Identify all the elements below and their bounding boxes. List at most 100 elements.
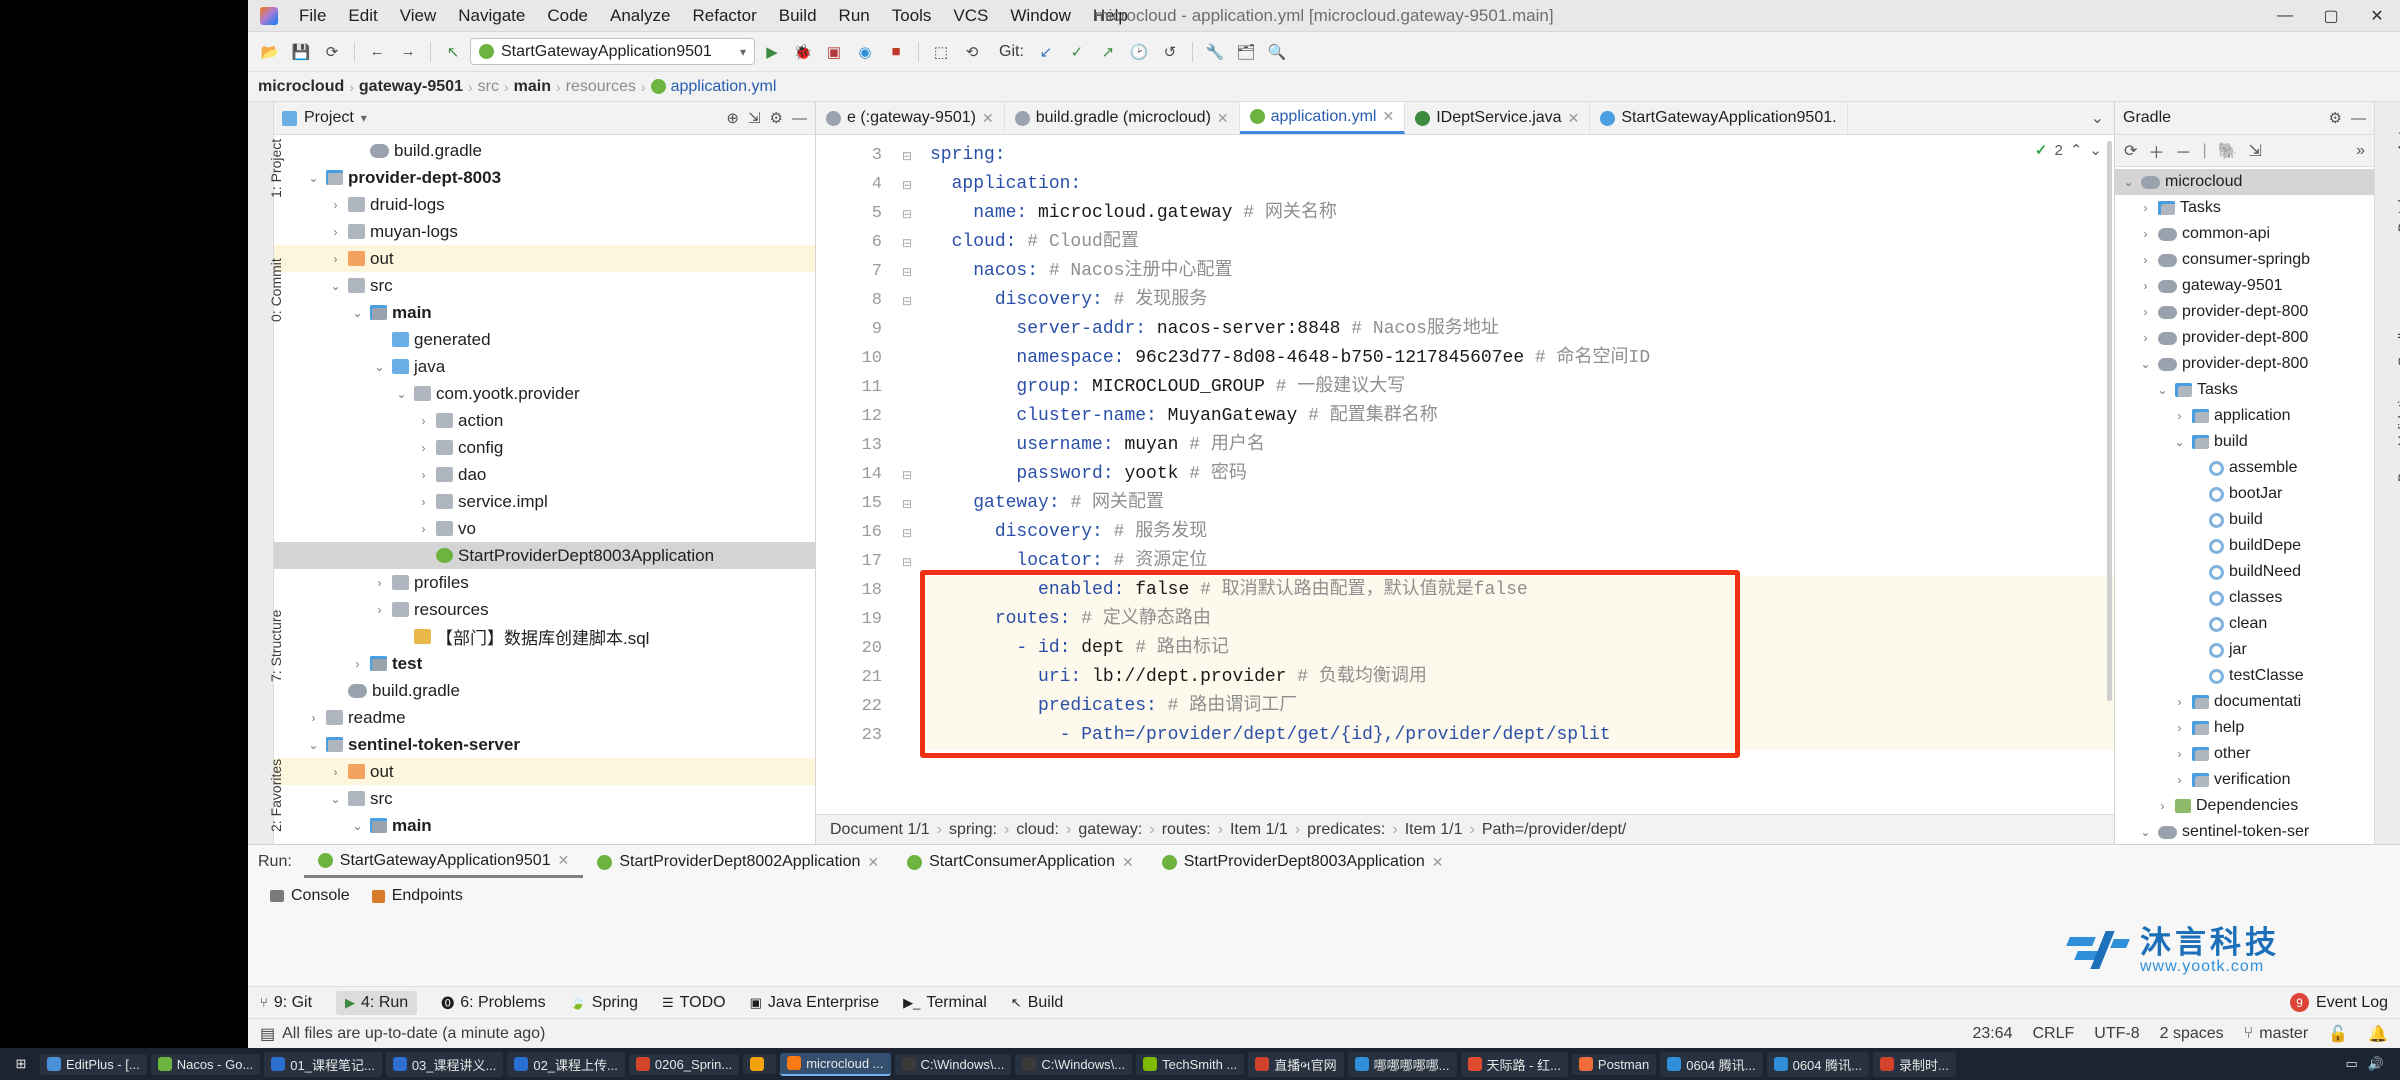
gradle-tree-item[interactable]: testClasse — [2115, 663, 2374, 689]
yaml-breadcrumb-item[interactable]: Item 1/1 — [1405, 821, 1463, 839]
chevron-down-icon[interactable]: ⌄ — [350, 819, 365, 833]
yaml-breadcrumb-item[interactable]: spring: — [949, 821, 997, 839]
notifications-icon[interactable]: 🔔 — [2368, 1024, 2388, 1044]
subtab-endpoints[interactable]: Endpoints — [371, 887, 463, 905]
breadcrumb-item-src[interactable]: src — [478, 78, 499, 96]
project-tree-item[interactable]: 【部门】数据库创建脚本.sql — [274, 623, 815, 650]
tray-volume-icon[interactable]: 🔊 — [2368, 1056, 2384, 1072]
git-push-icon[interactable]: ↗ — [1094, 38, 1122, 66]
project-tree-item[interactable]: ⌄ sentinel-token-server — [274, 731, 815, 758]
project-tree-item[interactable]: › druid-logs — [274, 191, 815, 218]
chevron-down-icon[interactable]: ⌄ — [2172, 435, 2187, 449]
yaml-breadcrumb-item[interactable]: Path=/provider/dept/ — [1482, 821, 1627, 839]
gradle-tree-item[interactable]: classes — [2115, 585, 2374, 611]
project-tree-item[interactable]: › vo — [274, 515, 815, 542]
fold-toggle-icon[interactable]: ⊟ — [892, 257, 922, 286]
chevron-right-icon[interactable]: › — [328, 765, 343, 779]
hide-panel-icon[interactable]: — — [2351, 110, 2366, 127]
tool-button-commit[interactable]: 0: Commit — [268, 258, 284, 322]
fold-toggle-icon[interactable]: ⊟ — [892, 286, 922, 315]
run-tab[interactable]: StartGatewayApplication9501 ✕ — [303, 847, 584, 878]
gear-icon[interactable]: ⚙ — [2329, 109, 2342, 127]
tool-button-project[interactable]: 1: Project — [268, 139, 284, 198]
search-everywhere-icon[interactable]: 🔍 — [1263, 38, 1291, 66]
windows-taskbar[interactable]: ⊞ EditPlus - [... Nacos - Go... 01_课程笔记...… — [0, 1048, 2400, 1080]
project-tree-item[interactable]: build.gradle — [274, 137, 815, 164]
menu-item-navigate[interactable]: Navigate — [447, 3, 536, 29]
profile-icon[interactable]: ◉ — [851, 38, 879, 66]
close-tab-icon[interactable]: ✕ — [982, 110, 994, 127]
menu-item-window[interactable]: Window — [999, 3, 1081, 29]
fold-toggle-icon[interactable]: ⊟ — [892, 547, 922, 576]
chevron-down-icon[interactable]: ⌄ — [2121, 175, 2136, 189]
bottom-bar-item[interactable]: ▶_ Terminal — [903, 994, 987, 1012]
sync-icon[interactable]: ⟳ — [318, 38, 346, 66]
gradle-tree[interactable]: ⌄ microcloud › Tasks › common-api › consumer-sp… — [2115, 167, 2374, 844]
gradle-tree-item[interactable]: › help — [2115, 715, 2374, 741]
project-tree-item[interactable]: › config — [274, 434, 815, 461]
run-tab[interactable]: StartConsumerApplication ✕ — [893, 848, 1148, 876]
chevron-down-icon[interactable]: ⌄ — [328, 279, 343, 293]
taskbar-item[interactable]: 0206_Sprin... — [628, 1053, 740, 1075]
gradle-tree-item[interactable]: ⌄ Tasks — [2115, 377, 2374, 403]
chevron-right-icon[interactable]: › — [328, 198, 343, 212]
chevron-down-icon[interactable]: ⌄ — [306, 738, 321, 752]
yaml-breadcrumb-item[interactable]: predicates: — [1307, 821, 1385, 839]
run-tab[interactable]: StartProviderDept8002Application ✕ — [583, 848, 893, 876]
code-line[interactable]: gateway: # 网关配置 — [922, 489, 2114, 518]
menu-item-run[interactable]: Run — [828, 3, 881, 29]
code-line[interactable]: - id: dept # 路由标记 — [922, 634, 2114, 663]
chevron-right-icon[interactable]: › — [2172, 773, 2187, 787]
fold-toggle-icon[interactable]: ⊟ — [892, 518, 922, 547]
chevron-right-icon[interactable]: › — [372, 603, 387, 617]
run-tab-bar[interactable]: Run: StartGatewayApplication9501 ✕ StartPr… — [248, 845, 2400, 879]
chevron-down-icon[interactable]: ⌄ — [2138, 357, 2153, 371]
chevron-right-icon[interactable]: › — [416, 468, 431, 482]
gradle-tree-item[interactable]: buildNeed — [2115, 559, 2374, 585]
lock-icon[interactable]: 🔓 — [2328, 1024, 2348, 1044]
menu-item-tools[interactable]: Tools — [881, 3, 943, 29]
yaml-structure-breadcrumb[interactable]: Document 1/1 › spring: › cloud: › gateway: › rou… — [816, 814, 2114, 844]
run-tab[interactable]: StartProviderDept8003Application ✕ — [1148, 848, 1458, 876]
event-log-button[interactable]: 9 Event Log — [2289, 993, 2388, 1012]
project-tree-item[interactable]: ⌄ src — [274, 785, 815, 812]
taskbar-item[interactable]: 天际路 - 红... — [1460, 1051, 1568, 1077]
minimize-button[interactable]: — — [2262, 0, 2308, 31]
menu-item-edit[interactable]: Edit — [337, 3, 388, 29]
code-line[interactable]: enabled: false # 取消默认路由配置，默认值就是false — [922, 576, 2114, 605]
taskbar-item[interactable]: 01_课程笔记... — [264, 1051, 382, 1077]
chevron-right-icon[interactable]: › — [416, 414, 431, 428]
run-console-output[interactable]: 沐言科技 www.yootk.com — [248, 913, 2400, 986]
gradle-elephant-icon[interactable]: 🐘 — [2218, 141, 2238, 161]
menu-bar[interactable]: File Edit View Navigate Code Analyze Ref… — [288, 3, 1139, 29]
menu-item-code[interactable]: Code — [536, 3, 599, 29]
open-folder-icon[interactable]: 📂 — [256, 38, 284, 66]
taskbar-item[interactable]: microcloud ... — [780, 1052, 891, 1076]
editor-tab-bar[interactable]: e (:gateway-9501) ✕ build.gradle (microclo… — [816, 102, 2114, 135]
back-icon[interactable]: ← — [363, 38, 391, 66]
yaml-breadcrumb-item[interactable]: routes: — [1162, 821, 1211, 839]
git-rollback-icon[interactable]: ↺ — [1156, 38, 1184, 66]
maximize-button[interactable]: ▢ — [2308, 0, 2354, 31]
fold-toggle-icon[interactable]: ⊟ — [892, 489, 922, 518]
taskbar-item[interactable]: 直播ભ官网 — [1248, 1051, 1344, 1077]
fold-toggle-icon[interactable]: ⊟ — [892, 228, 922, 257]
chevron-down-icon[interactable]: ⌄ — [2155, 383, 2170, 397]
taskbar-item[interactable] — [743, 1054, 777, 1074]
compile-icon[interactable]: ↖ — [439, 38, 467, 66]
taskbar-item[interactable]: EditPlus - [... — [40, 1053, 147, 1075]
gradle-tree-item[interactable]: ⌄ sentinel-token-ser — [2115, 819, 2374, 844]
close-tab-icon[interactable]: ✕ — [1568, 110, 1580, 127]
tray-network-icon[interactable]: ▭ — [2346, 1056, 2358, 1072]
tool-button-favorites[interactable]: 2: Favorites — [268, 759, 284, 832]
gradle-tree-item[interactable]: › provider-dept-800 — [2115, 299, 2374, 325]
chevron-right-icon[interactable]: › — [416, 441, 431, 455]
taskbar-item[interactable]: 0604 腾讯... — [1766, 1051, 1869, 1077]
code-line[interactable]: uri: lb://dept.provider # 负载均衡调用 — [922, 663, 2114, 692]
breadcrumb-item-resources[interactable]: resources — [566, 78, 636, 96]
chevron-down-icon[interactable]: ▾ — [361, 111, 367, 125]
editor-tab[interactable]: e (:gateway-9501) ✕ — [816, 102, 1005, 134]
gradle-tree-item[interactable]: › verification — [2115, 767, 2374, 793]
fold-toggle-icon[interactable]: ⊟ — [892, 141, 922, 170]
taskbar-item[interactable]: Postman — [1571, 1053, 1657, 1075]
